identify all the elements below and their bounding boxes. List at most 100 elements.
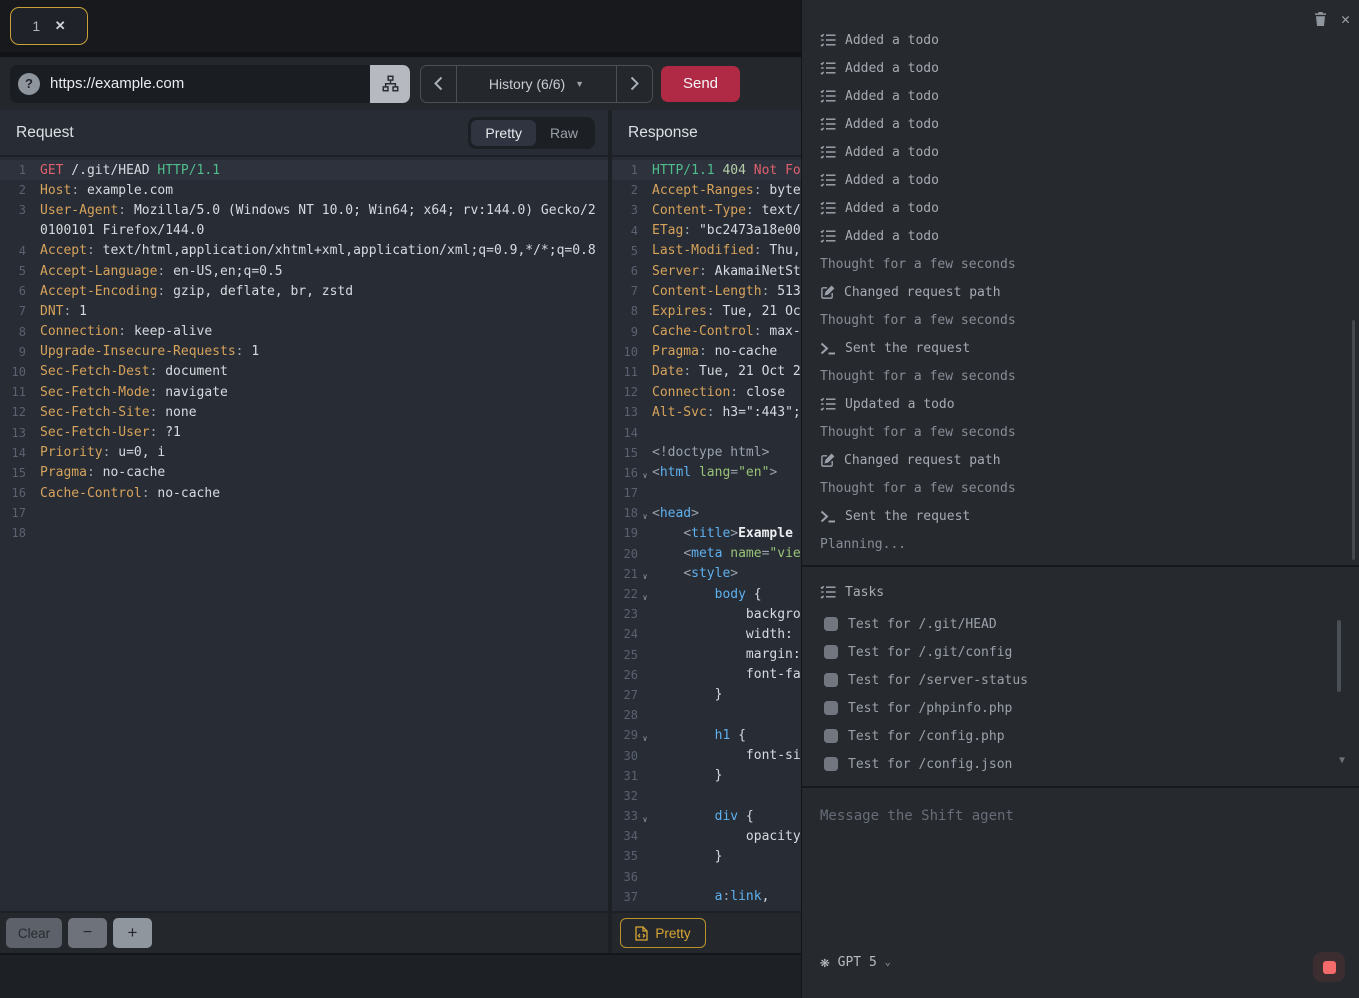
task-checkbox[interactable]: [824, 617, 838, 631]
todo-list-icon: [820, 145, 836, 159]
task-row[interactable]: Test for /config.php: [802, 722, 1359, 750]
request-title: Request: [16, 124, 74, 142]
line-number: 1: [612, 163, 638, 177]
activity-scrollbar[interactable]: [1352, 320, 1355, 560]
task-checkbox[interactable]: [824, 645, 838, 659]
task-row[interactable]: Test for /phpinfo.php: [802, 694, 1359, 722]
todo-list-icon: [820, 117, 836, 131]
request-footer: Clear − +: [0, 911, 608, 953]
task-row[interactable]: Test for /.git/config: [802, 638, 1359, 666]
code-line: 16Cache-Control: no-cache: [0, 483, 608, 503]
line-number: 37: [612, 890, 638, 904]
line-number: 9: [0, 345, 26, 359]
activity-text: Changed request path: [844, 453, 1001, 468]
activity-text: Updated a todo: [845, 397, 955, 412]
tab-1[interactable]: 1 ✕: [10, 7, 88, 45]
response-pretty-button[interactable]: Pretty: [620, 918, 706, 948]
line-number: 1: [0, 163, 26, 177]
code-line: 4Accept: text/html,application/xhtml+xml…: [0, 241, 608, 261]
sitemap-button[interactable]: [370, 65, 410, 103]
activity-item: Added a todo: [802, 138, 1359, 166]
history-dropdown[interactable]: History (6/6) ▼: [457, 66, 616, 102]
trash-icon[interactable]: [1313, 11, 1328, 27]
line-number: 4: [0, 244, 26, 258]
todo-list-icon: [820, 61, 836, 75]
code-line: 15<!doctype html>: [612, 443, 801, 463]
todo-list-icon: [820, 89, 836, 103]
line-number: 13: [0, 426, 26, 440]
history-prev-button[interactable]: [421, 66, 457, 102]
url-input[interactable]: [50, 75, 370, 92]
help-icon[interactable]: ?: [18, 73, 40, 95]
terminal-icon: [820, 510, 836, 523]
line-number: 3: [612, 203, 638, 217]
history-next-button[interactable]: [616, 66, 652, 102]
activity-text: Sent the request: [845, 341, 970, 356]
code-line: 17: [0, 503, 608, 523]
code-line: 8Expires: Tue, 21 Oc: [612, 301, 801, 321]
code-line: 37 a:link,: [612, 887, 801, 907]
activity-text: Added a todo: [845, 89, 939, 104]
zoom-in-button[interactable]: +: [113, 918, 152, 948]
zoom-out-button[interactable]: −: [68, 918, 107, 948]
task-row[interactable]: Test for /config.json: [802, 750, 1359, 778]
toggle-pretty[interactable]: Pretty: [471, 120, 536, 146]
code-line: 3User-Agent: Mozilla/5.0 (Windows NT 10.…: [0, 200, 608, 220]
agent-activity-log[interactable]: Added a todoAdded a todoAdded a todoAdde…: [802, 30, 1359, 565]
editor-panels: Request Pretty Raw 1GET /.git/HEAD HTTP/…: [0, 110, 801, 953]
fold-chevron-icon[interactable]: ∨: [638, 471, 652, 480]
activity-item: Added a todo: [802, 54, 1359, 82]
model-selector[interactable]: ❋ GPT 5 ⌄: [820, 954, 891, 970]
line-number: 7: [612, 284, 638, 298]
code-line: 16∨<html lang="en">: [612, 463, 801, 483]
request-editor[interactable]: 1GET /.git/HEAD HTTP/1.12Host: example.c…: [0, 157, 608, 911]
task-row[interactable]: Test for /.git/HEAD: [802, 610, 1359, 638]
task-checkbox[interactable]: [824, 673, 838, 687]
code-line: 8Connection: keep-alive: [0, 322, 608, 342]
code-line: 7Content-Length: 513: [612, 281, 801, 301]
request-panel: Request Pretty Raw 1GET /.git/HEAD HTTP/…: [0, 110, 608, 953]
line-number: 11: [0, 385, 26, 399]
tab-close-icon[interactable]: ✕: [55, 18, 66, 34]
code-line: 9Cache-Control: max-: [612, 322, 801, 342]
clear-button[interactable]: Clear: [6, 918, 62, 948]
agent-message-input[interactable]: [802, 790, 1359, 940]
line-number: 8: [0, 325, 26, 339]
task-label: Test for /config.json: [848, 757, 1012, 772]
send-button[interactable]: Send: [661, 66, 740, 102]
line-number: 23: [612, 607, 638, 621]
activity-text: Added a todo: [845, 33, 939, 48]
activity-item: Thought for a few seconds: [802, 362, 1359, 390]
fold-chevron-icon[interactable]: ∨: [638, 512, 652, 521]
task-row[interactable]: Test for /server-status: [802, 666, 1359, 694]
response-viewer[interactable]: 1HTTP/1.1 404 Not Fo2Accept-Ranges: byte…: [612, 157, 801, 911]
task-checkbox[interactable]: [824, 729, 838, 743]
line-number: 36: [612, 870, 638, 884]
task-checkbox[interactable]: [824, 701, 838, 715]
line-number: 6: [0, 284, 26, 298]
code-line: 11Date: Tue, 21 Oct 2: [612, 362, 801, 382]
tasks-scrollbar[interactable]: [1337, 620, 1341, 692]
code-line: 18: [0, 523, 608, 543]
fold-chevron-icon[interactable]: ∨: [638, 572, 652, 581]
toggle-raw[interactable]: Raw: [536, 120, 592, 146]
fold-chevron-icon[interactable]: ∨: [638, 815, 652, 824]
activity-text: Planning...: [820, 537, 906, 552]
close-icon[interactable]: ✕: [1341, 10, 1350, 28]
line-number: 17: [0, 506, 26, 520]
todo-list-icon: [820, 585, 836, 599]
line-number: 5: [0, 264, 26, 278]
fold-chevron-icon[interactable]: ∨: [638, 734, 652, 743]
code-line: 34 opacity: [612, 826, 801, 846]
fold-chevron-icon[interactable]: ∨: [638, 593, 652, 602]
code-line: 12Connection: close: [612, 382, 801, 402]
activity-item: Added a todo: [802, 110, 1359, 138]
activity-text: Added a todo: [845, 201, 939, 216]
line-number: 14: [612, 426, 638, 440]
line-number: 32: [612, 789, 638, 803]
code-line: 27 }: [612, 685, 801, 705]
openai-logo-icon: ❋: [820, 954, 830, 970]
code-line: 25 margin:: [612, 645, 801, 665]
stop-button[interactable]: [1313, 952, 1345, 982]
task-checkbox[interactable]: [824, 757, 838, 771]
